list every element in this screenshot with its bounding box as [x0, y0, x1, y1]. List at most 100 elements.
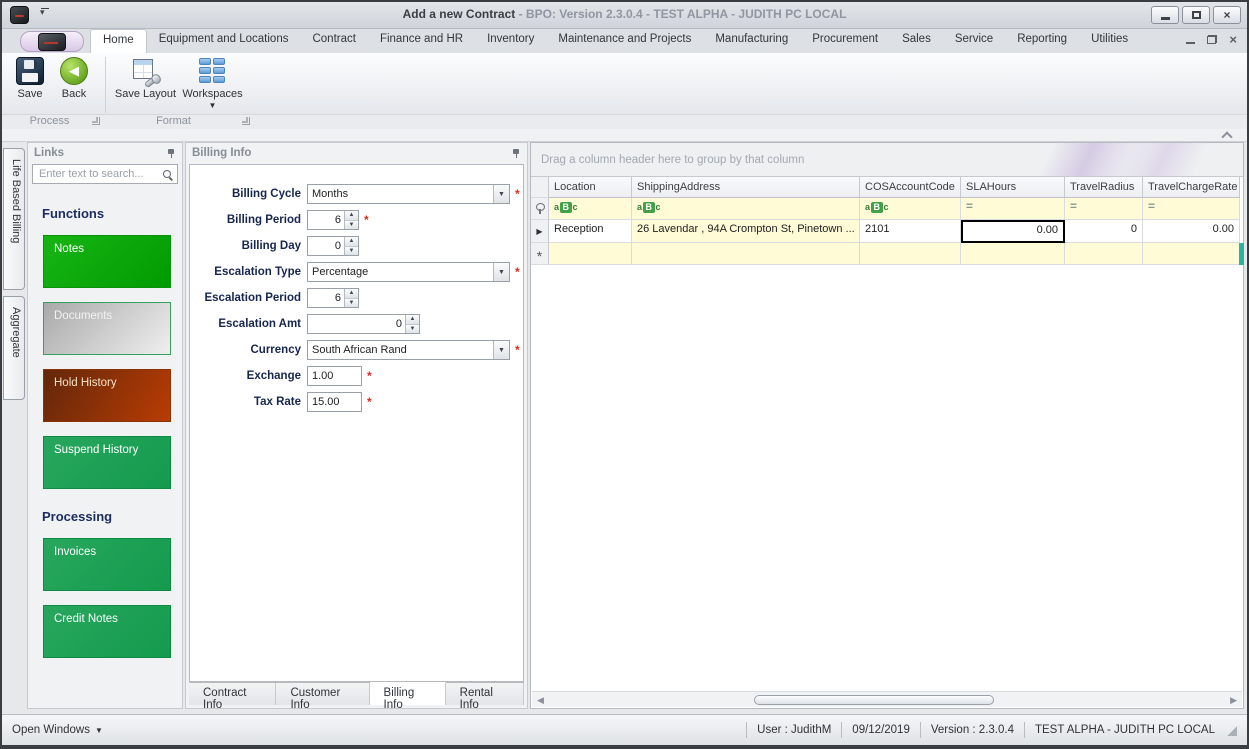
spin-down-icon[interactable]: ▼ [406, 324, 419, 333]
scroll-left-icon[interactable]: ◀ [537, 695, 544, 706]
scrollbar-thumb[interactable] [754, 695, 994, 705]
tab-customer-info[interactable]: Customer Info [276, 683, 370, 711]
escalation-period-spin-arrows: ▲ ▼ [344, 289, 358, 307]
new-row-asterisk-icon: * [536, 247, 543, 264]
currency-combobox[interactable]: South African Rand ▼ [307, 340, 510, 360]
cell-slahours[interactable]: 0.00 [961, 220, 1065, 243]
tab-rental-info[interactable]: Rental Info [445, 683, 524, 711]
billing-cycle-label: Billing Cycle [231, 188, 301, 200]
billing-info-pin-icon[interactable] [511, 148, 521, 159]
close-button[interactable]: × [1213, 6, 1241, 24]
save-layout-button[interactable]: Save Layout [112, 57, 179, 100]
cell-location[interactable]: Reception [549, 220, 632, 243]
column-header-slahours[interactable]: SLAHours [961, 177, 1065, 198]
link-button-invoices[interactable]: Invoices [43, 538, 171, 591]
cell-shippingaddress[interactable]: 26 Lavendar , 94A Crompton St, Pinetown … [632, 220, 860, 243]
column-header-travelradius[interactable]: TravelRadius [1065, 177, 1143, 198]
mdi-close-icon[interactable]: × [1229, 33, 1237, 46]
links-search-input[interactable] [37, 167, 162, 181]
link-button-credit-notes[interactable]: Credit Notes [43, 605, 171, 658]
ribbon-tab-home[interactable]: Home [90, 29, 147, 53]
side-tab-life-based-billing[interactable]: Life Based Billing [3, 148, 25, 290]
save-button[interactable]: Save [8, 57, 52, 100]
ribbon-tab-equipment-and-locations[interactable]: Equipment and Locations [147, 29, 301, 53]
column-header-shippingaddress[interactable]: ShippingAddress [632, 177, 860, 198]
scroll-right-icon[interactable]: ▶ [1230, 695, 1237, 706]
escalation-amt-spinner[interactable]: 0 ▲ ▼ [307, 314, 420, 334]
cell-travelchargerate[interactable]: 0.00 [1143, 220, 1240, 243]
grid-horizontal-scrollbar[interactable]: ◀ ▶ [532, 691, 1242, 707]
chevron-down-icon[interactable]: ▼ [493, 341, 509, 359]
spin-down-icon[interactable]: ▼ [345, 298, 358, 307]
links-pin-icon[interactable] [166, 148, 176, 159]
open-windows-button[interactable]: Open Windows ▼ [12, 724, 103, 736]
resize-grip[interactable] [1225, 724, 1237, 736]
new-row-cell-location[interactable] [549, 243, 632, 265]
filter-cell-shippingaddress[interactable]: aBc [632, 198, 860, 220]
side-tab-aggregate[interactable]: Aggregate [3, 296, 25, 400]
ribbon-tab-finance-and-hr[interactable]: Finance and HR [368, 29, 475, 53]
ribbon-tab-maintenance-and-projects[interactable]: Maintenance and Projects [546, 29, 703, 53]
ribbon-tab-manufacturing[interactable]: Manufacturing [703, 29, 800, 53]
exchange-label: Exchange [246, 370, 301, 382]
minimize-button[interactable] [1151, 6, 1179, 24]
ribbon-tab-service[interactable]: Service [943, 29, 1005, 53]
billing-day-spinner[interactable]: 0 ▲ ▼ [307, 236, 359, 256]
spin-down-icon[interactable]: ▼ [345, 220, 358, 229]
format-dialog-launcher-icon[interactable] [242, 117, 250, 125]
spin-up-icon[interactable]: ▲ [345, 289, 358, 299]
back-button[interactable]: ◀ Back [52, 57, 96, 100]
escalation-period-spinner[interactable]: 6 ▲ ▼ [307, 288, 359, 308]
tab-billing-info[interactable]: Billing Info [369, 682, 446, 711]
ribbon-tab-procurement[interactable]: Procurement [800, 29, 890, 53]
filter-cell-travelradius[interactable]: = [1065, 198, 1143, 220]
spin-up-icon[interactable]: ▲ [406, 315, 419, 325]
column-header-travelchargerate[interactable]: TravelChargeRate [1143, 177, 1240, 198]
escalation-type-combobox[interactable]: Percentage ▼ [307, 262, 510, 282]
collapse-ribbon-icon[interactable] [1221, 130, 1233, 140]
application-menu-button[interactable] [20, 31, 84, 52]
mdi-restore-icon[interactable] [1207, 34, 1218, 44]
group-by-hint: Drag a column header here to group by th… [541, 154, 805, 166]
filter-cell-slahours[interactable]: = [961, 198, 1065, 220]
exchange-input[interactable]: 1.00 [307, 366, 362, 386]
mdi-minimize-icon[interactable] [1186, 42, 1196, 44]
spin-up-icon[interactable]: ▲ [345, 237, 358, 247]
billing-info-panel: Billing Info Billing Cycle Months ▼ * Billin… [185, 142, 528, 711]
chevron-down-icon[interactable]: ▼ [493, 185, 509, 203]
cell-cosaccountcode[interactable]: 2101 [860, 220, 961, 243]
tab-contract-info[interactable]: Contract Info [189, 683, 277, 711]
ribbon-tab-utilities[interactable]: Utilities [1079, 29, 1140, 53]
spin-up-icon[interactable]: ▲ [345, 211, 358, 221]
tax-rate-input[interactable]: 15.00 [307, 392, 362, 412]
search-icon[interactable] [162, 169, 173, 180]
billing-cycle-combobox[interactable]: Months ▼ [307, 184, 510, 204]
filter-cell-cosaccountcode[interactable]: aBc [860, 198, 961, 220]
column-header-cosaccountcode[interactable]: COSAccountCode [860, 177, 961, 198]
link-button-suspend-history[interactable]: Suspend History [43, 436, 171, 489]
ribbon-tab-reporting[interactable]: Reporting [1005, 29, 1079, 53]
link-button-hold-history[interactable]: Hold History [43, 369, 171, 422]
ribbon-tab-contract[interactable]: Contract [300, 29, 367, 53]
new-row-cell-shippingaddress[interactable] [632, 243, 860, 265]
chevron-down-icon[interactable]: ▼ [493, 263, 509, 281]
process-dialog-launcher-icon[interactable] [92, 117, 100, 125]
maximize-button[interactable] [1182, 6, 1210, 24]
new-row-cell-cosaccountcode[interactable] [860, 243, 961, 265]
new-row-cell-travelradius[interactable] [1065, 243, 1143, 265]
workspaces-button[interactable]: Workspaces ▼ [179, 57, 246, 110]
ribbon-tab-sales[interactable]: Sales [890, 29, 943, 53]
column-header-location[interactable]: Location [549, 177, 632, 198]
ribbon-tab-inventory[interactable]: Inventory [475, 29, 546, 53]
filter-cell-travelchargerate[interactable]: = [1143, 198, 1240, 220]
new-row-cell-slahours[interactable] [961, 243, 1065, 265]
spin-down-icon[interactable]: ▼ [345, 246, 358, 255]
new-row-cell-travelchargerate[interactable] [1143, 243, 1240, 265]
cell-travelradius[interactable]: 0 [1065, 220, 1143, 243]
link-button-notes[interactable]: Notes [43, 235, 171, 288]
close-icon: × [1223, 8, 1231, 22]
billing-period-spinner[interactable]: 6 ▲ ▼ [307, 210, 359, 230]
link-button-documents[interactable]: Documents [43, 302, 171, 355]
grid-group-by-panel[interactable]: Drag a column header here to group by th… [531, 143, 1243, 177]
filter-cell-location[interactable]: aBc [549, 198, 632, 220]
